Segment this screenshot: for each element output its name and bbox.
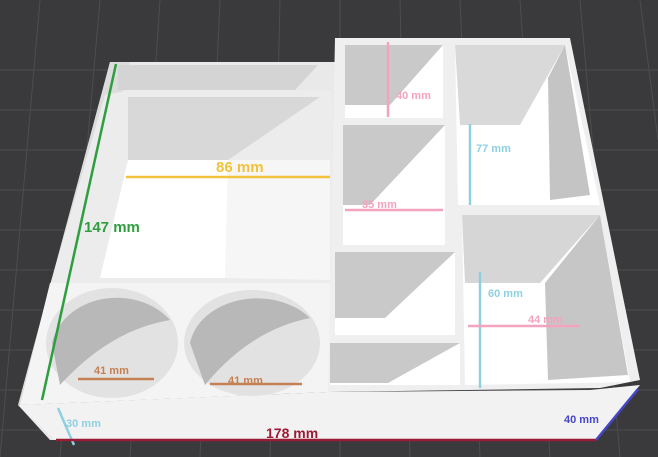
organizer-diagram: 147 mm 86 mm 40 mm 35 mm 77 mm 60 mm 44 …: [0, 0, 658, 457]
middle-label: 35 mm: [362, 199, 397, 211]
total-width-label: 178 mm: [266, 425, 318, 441]
depth-label: 147 mm: [84, 219, 140, 236]
cup-right-label: 41 mm: [228, 375, 263, 387]
right-tall-label: 77 mm: [476, 143, 511, 155]
top-small-label: 40 mm: [396, 90, 431, 102]
corner-height-label: 40 mm: [564, 414, 599, 426]
tray-width-label: 86 mm: [216, 159, 264, 176]
top-slot: [118, 65, 318, 90]
right-lower-label: 60 mm: [488, 288, 523, 300]
right-lower-width-label: 44 mm: [528, 314, 563, 326]
wall-height-label: 30 mm: [66, 418, 101, 430]
cup-left-label: 41 mm: [94, 365, 129, 377]
